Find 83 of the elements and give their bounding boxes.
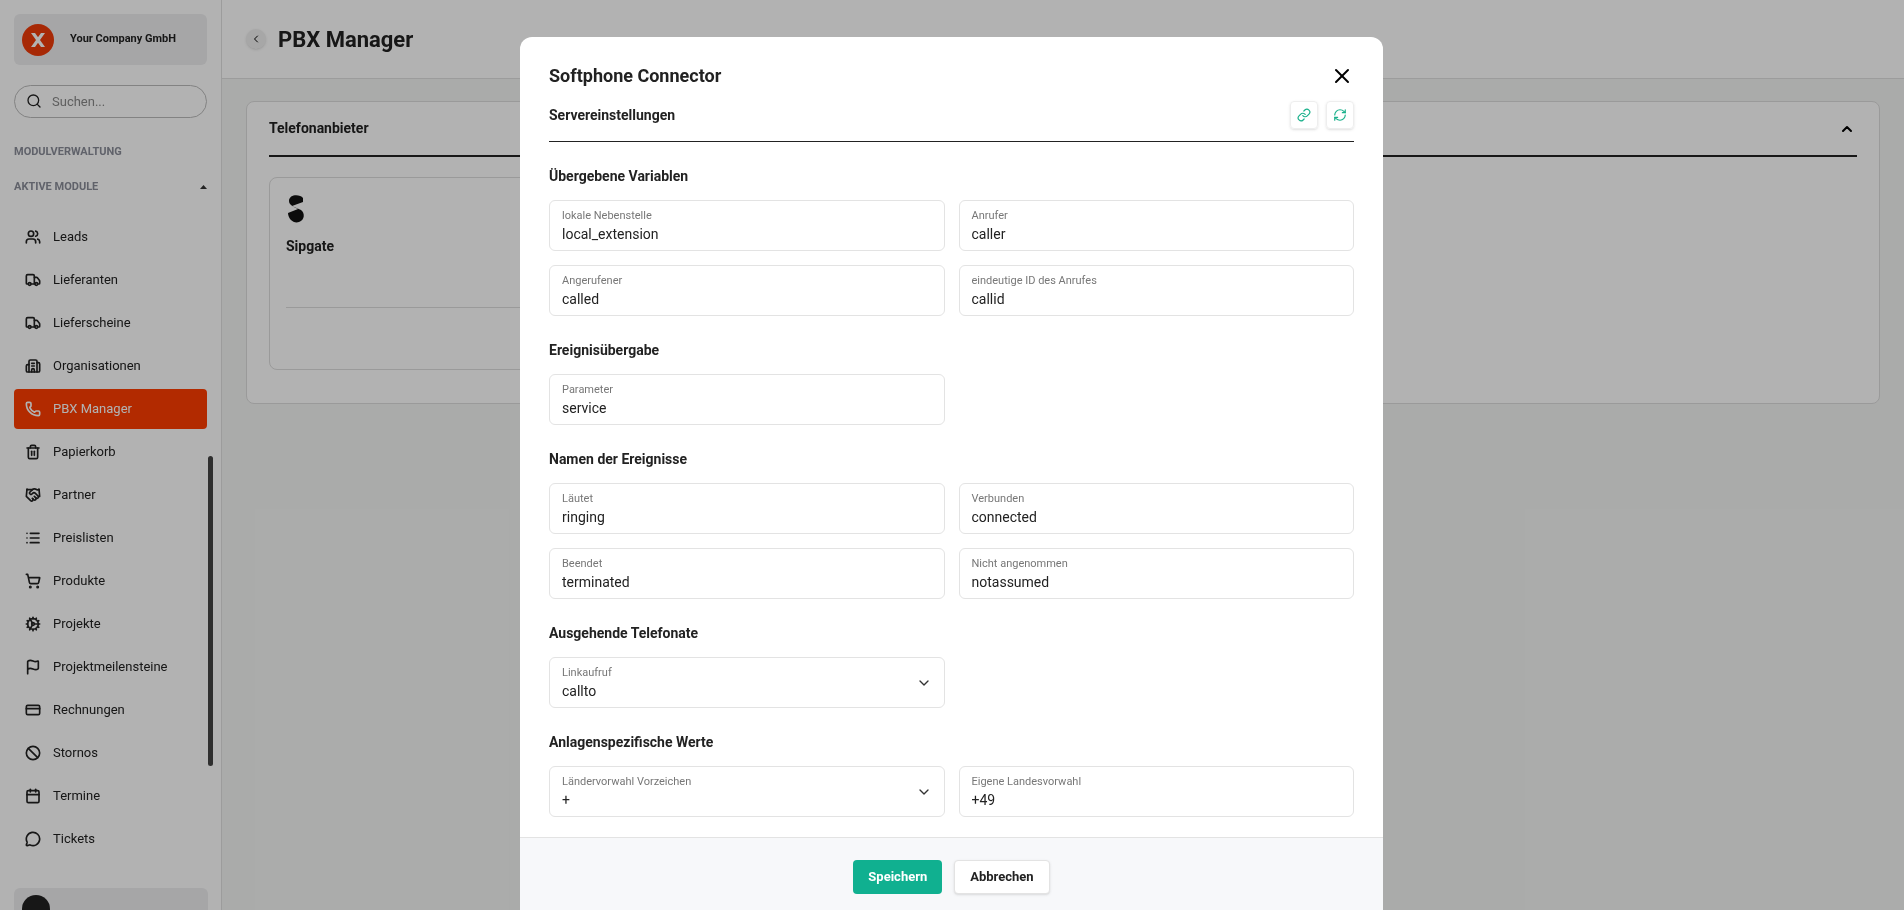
card-icon: [25, 702, 41, 718]
section-heading: MODULVERWALTUNG: [14, 144, 123, 160]
section-heading: Anlagenspezifische Werte: [549, 733, 715, 752]
company-name: Your Company GmbH: [70, 31, 177, 48]
field-label: Läutet: [562, 490, 594, 507]
field-value: connected: [971, 507, 1038, 527]
field-label: Nicht angenommen: [971, 555, 1069, 572]
flag-icon: [25, 659, 41, 675]
calendar-icon: [25, 788, 41, 804]
handshake-icon: [25, 487, 41, 503]
list-icon: [25, 530, 41, 546]
select-field[interactable]: Linkaufruf callto: [549, 657, 945, 708]
field-label: Beendet: [562, 555, 604, 572]
sidebar-item[interactable]: Rechnungen: [14, 690, 207, 730]
panel-title: Telefonanbieter: [269, 119, 369, 138]
field-label: Eigene Landesvorwahl: [971, 773, 1083, 790]
sidebar-item[interactable]: Tickets: [14, 819, 207, 859]
field-label: Ländervorwahl Vorzeichen: [562, 773, 693, 790]
sidebar-item[interactable]: Termine: [14, 776, 207, 816]
sidebar-item[interactable]: Papierkorb: [14, 432, 207, 472]
input-field[interactable]: Nicht angenommen notassumed: [958, 548, 1354, 599]
input-field[interactable]: Verbunden connected: [958, 483, 1354, 534]
input-field[interactable]: Parameter service: [549, 374, 945, 425]
input-field[interactable]: eindeutige ID des Anrufes callid: [958, 265, 1354, 316]
gears-icon: [25, 616, 41, 632]
sidebar-item[interactable]: Lieferanten: [14, 260, 207, 300]
sidebar-item[interactable]: Stornos: [14, 733, 207, 773]
ban-icon: [25, 745, 41, 761]
section-heading: Namen der Ereignisse: [549, 450, 689, 469]
trash-icon: [25, 444, 41, 460]
sidebar-item[interactable]: Projekte: [14, 604, 207, 644]
company-card[interactable]: Your Company GmbH: [14, 14, 207, 65]
modal-subtitle: Servereinstellungen: [549, 105, 676, 125]
search-field[interactable]: Suchen...: [14, 85, 207, 118]
input-field[interactable]: Läutet ringing: [549, 483, 945, 534]
field-value: terminated: [562, 572, 631, 592]
sidebar-item[interactable]: Lieferscheine: [14, 303, 207, 343]
building-icon: [25, 358, 41, 374]
select-field[interactable]: Ländervorwahl Vorzeichen +: [549, 766, 945, 817]
sidebar-item[interactable]: Organisationen: [14, 346, 207, 386]
phone-icon: [25, 401, 41, 417]
section-heading: AKTIVE MODULE: [14, 178, 99, 195]
truck-icon: [25, 272, 41, 288]
sidebar-item[interactable]: Partner: [14, 475, 207, 515]
sidebar-item[interactable]: Leads: [14, 217, 207, 257]
input-field[interactable]: lokale Nebenstelle local_extension: [549, 200, 945, 251]
s-logo-icon: [286, 194, 306, 224]
field-label: Linkaufruf: [562, 664, 613, 681]
chat-bubble-icon: [25, 831, 41, 847]
field-value: +: [562, 790, 571, 810]
input-field[interactable]: Angerufener called: [549, 265, 945, 316]
people-icon: [25, 229, 41, 245]
input-field[interactable]: Eigene Landesvorwahl +49: [958, 766, 1354, 817]
provider-name: Sipgate: [286, 237, 335, 256]
field-value: ringing: [562, 507, 606, 527]
refresh-icon: [1333, 108, 1347, 122]
scroll-up-icon[interactable]: [200, 184, 207, 189]
field-value: caller: [971, 224, 1007, 244]
field-label: Parameter: [562, 381, 614, 398]
field-value: notassumed: [971, 572, 1051, 592]
field-label: Anrufer: [971, 207, 1009, 224]
scrollbar[interactable]: [208, 456, 213, 766]
input-field[interactable]: Beendet terminated: [549, 548, 945, 599]
search-icon: [26, 93, 42, 109]
field-value: callid: [971, 289, 1006, 309]
sidebar-item[interactable]: Preislisten: [14, 518, 207, 558]
section-heading: Ausgehende Telefonate: [549, 624, 700, 643]
truck-icon: [25, 315, 41, 331]
field-value: service: [562, 398, 608, 418]
page-title: PBX Manager: [278, 25, 414, 54]
field-label: eindeutige ID des Anrufes: [971, 272, 1098, 289]
field-label: Verbunden: [971, 490, 1026, 507]
input-field[interactable]: Anrufer caller: [958, 200, 1354, 251]
field-value: +49: [971, 790, 997, 810]
back-button[interactable]: [246, 29, 266, 49]
link-icon: [1297, 108, 1311, 122]
logo-icon: [22, 23, 54, 56]
sidebar-item[interactable]: Projektmeilensteine: [14, 647, 207, 687]
modal-title: Softphone Connector: [549, 64, 722, 88]
field-value: callto: [562, 681, 598, 701]
sidebar-item[interactable]: Produkte: [14, 561, 207, 601]
cancel-button[interactable]: Abbrechen: [954, 860, 1050, 894]
cart-icon: [25, 573, 41, 589]
